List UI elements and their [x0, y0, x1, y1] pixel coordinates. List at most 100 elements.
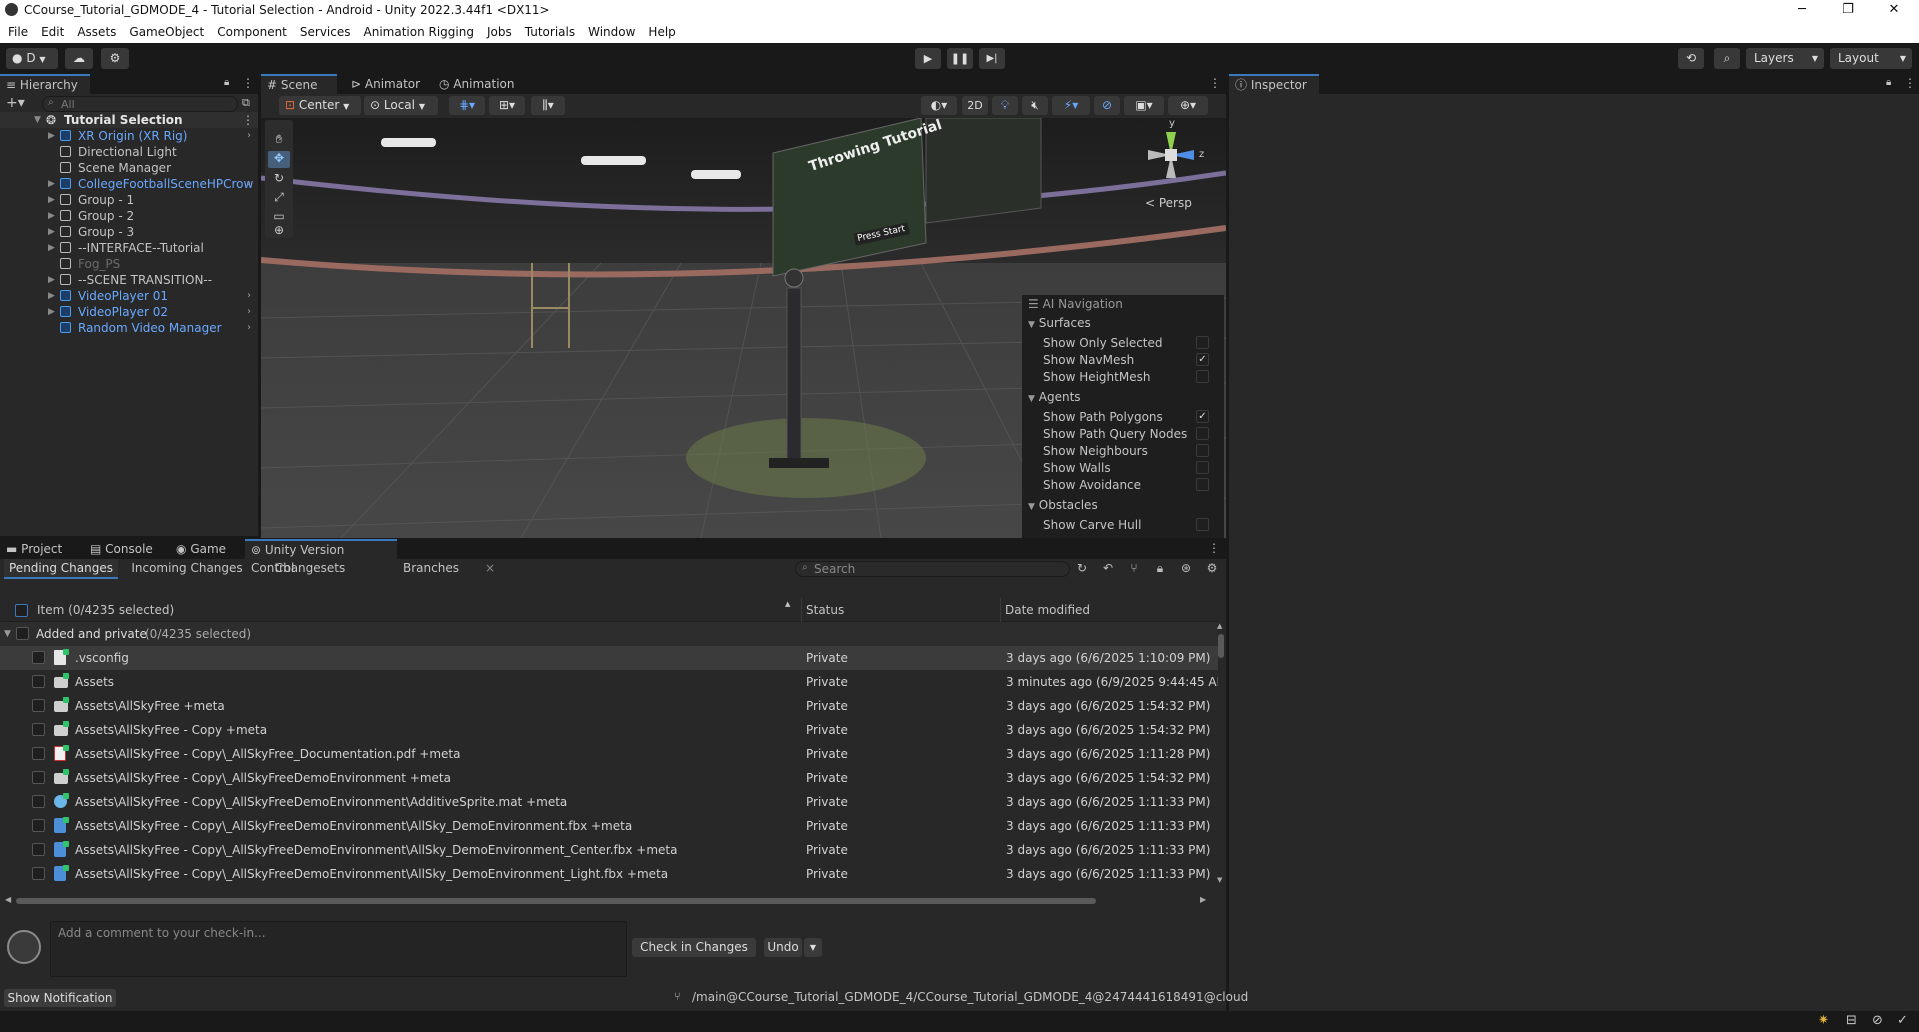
- chevron-right-icon[interactable]: ›: [247, 320, 251, 336]
- tab-unity-version-control[interactable]: ⊚ Unity Version Control: [245, 539, 397, 575]
- check-icon[interactable]: ✓: [1897, 1013, 1908, 1028]
- menu-jobs[interactable]: Jobs: [487, 25, 512, 39]
- expand-arrow-icon[interactable]: ▼: [1028, 394, 1035, 404]
- ai-option-checkbox[interactable]: ✓: [1196, 410, 1209, 423]
- expand-arrow-icon[interactable]: ▶: [48, 304, 58, 320]
- group-row-added-private[interactable]: ▼ Added and private (0/4235 selected): [0, 622, 1218, 646]
- expand-arrow-icon[interactable]: ▼: [4, 622, 11, 646]
- hierarchy-item[interactable]: Random Video Manager ›: [0, 320, 258, 336]
- debug-icon[interactable]: ⊘: [1872, 1013, 1883, 1028]
- ai-option-checkbox[interactable]: [1196, 518, 1209, 531]
- expand-arrow-icon[interactable]: ▶: [48, 208, 58, 224]
- scene-visibility-icon[interactable]: ⧉: [242, 96, 250, 110]
- lock-icon[interactable]: 🔒︎: [1886, 77, 1891, 88]
- pending-change-row[interactable]: Assets\AllSkyFree - Copy\_AllSkyFreeDemo…: [0, 838, 1218, 862]
- pending-change-row[interactable]: Assets Private 3 minutes ago (6/9/2025 9:4…: [0, 670, 1218, 694]
- align-button[interactable]: ⫼▾: [531, 96, 565, 115]
- more-menu-icon[interactable]: ⋮: [242, 76, 254, 90]
- chevron-right-icon[interactable]: ›: [247, 128, 251, 144]
- scene-root-row[interactable]: ▼ ❂ Tutorial Selection ⋮: [0, 112, 258, 128]
- menu-gameobject[interactable]: GameObject: [129, 25, 204, 39]
- ai-option-checkbox[interactable]: [1196, 336, 1209, 349]
- hierarchy-item[interactable]: ▶ --INTERFACE--Tutorial: [0, 240, 258, 256]
- ai-option-checkbox[interactable]: ✓: [1196, 353, 1209, 366]
- subtab-changesets[interactable]: Changesets: [256, 559, 364, 579]
- expand-arrow-icon[interactable]: ▼: [1028, 502, 1035, 512]
- scroll-up-icon[interactable]: ▲: [1217, 622, 1222, 630]
- pause-button[interactable]: ❚❚: [947, 48, 973, 69]
- pending-change-row[interactable]: Assets\AllSkyFree - Copy\_AllSkyFreeDemo…: [0, 766, 1218, 790]
- draw-mode-button[interactable]: ◐▾: [921, 96, 957, 115]
- play-button[interactable]: ▶: [915, 48, 941, 69]
- pending-change-row[interactable]: .vsconfig Private 3 days ago (6/6/2025 1:1…: [0, 646, 1218, 670]
- transform-tool-icon[interactable]: ⊕: [268, 223, 290, 240]
- uvcs-search-input[interactable]: ⌕ Search: [795, 561, 1070, 577]
- row-checkbox[interactable]: [32, 771, 45, 784]
- shelve-icon[interactable]: ⊛: [1176, 559, 1196, 577]
- show-notification-button[interactable]: Show Notification: [4, 989, 116, 1007]
- row-checkbox[interactable]: [32, 699, 45, 712]
- tab-project[interactable]: ▬ Project: [0, 539, 68, 559]
- toggle-2d-button[interactable]: 2D: [962, 96, 988, 115]
- network-icon[interactable]: ⊟: [1846, 1013, 1857, 1028]
- subtab-incoming-changes[interactable]: Incoming Changes: [124, 559, 250, 579]
- rotate-tool-icon[interactable]: ↻: [268, 171, 290, 188]
- hierarchy-item[interactable]: ▶ Group - 2: [0, 208, 258, 224]
- scene-visibility-icon[interactable]: ⊘: [1094, 96, 1120, 115]
- effects-button[interactable]: ⚡▾: [1052, 96, 1090, 115]
- ai-option-checkbox[interactable]: [1196, 444, 1209, 457]
- scene-viewport[interactable]: Throwing Tutorial Press Start ✋︎ ✥ ↻ ⤢ ▭…: [261, 118, 1226, 538]
- maximize-button[interactable]: ❐: [1825, 0, 1871, 21]
- column-divider[interactable]: [1000, 598, 1001, 622]
- column-date[interactable]: Date modified: [1005, 598, 1090, 622]
- expand-arrow-icon[interactable]: ▶: [48, 240, 58, 256]
- row-checkbox[interactable]: [32, 795, 45, 808]
- hierarchy-item[interactable]: Scene Manager: [0, 160, 258, 176]
- vertical-scrollbar[interactable]: ▲ ▼: [1216, 622, 1226, 887]
- lock-icon[interactable]: 🔒︎: [224, 77, 229, 88]
- check-in-changes-button[interactable]: Check in Changes: [632, 938, 756, 957]
- account-dropdown[interactable]: ● D ▼: [6, 48, 58, 69]
- expand-arrow-icon[interactable]: ▶: [48, 288, 58, 304]
- menu-assets[interactable]: Assets: [77, 25, 116, 39]
- menu-edit[interactable]: Edit: [41, 25, 64, 39]
- pivot-center-dropdown[interactable]: ⊡ Center ▼: [279, 96, 361, 115]
- tab-animator[interactable]: ⊳ Animator: [345, 74, 426, 94]
- scroll-right-icon[interactable]: ▶: [1200, 895, 1206, 904]
- row-checkbox[interactable]: [32, 843, 45, 856]
- tab-scene[interactable]: # Scene: [261, 74, 337, 94]
- pending-change-row[interactable]: Assets\AllSkyFree - Copy\_AllSkyFreeDemo…: [0, 814, 1218, 838]
- undo-icon[interactable]: ↶: [1098, 559, 1118, 577]
- column-divider[interactable]: [801, 598, 802, 622]
- pending-change-row[interactable]: Assets\AllSkyFree +meta Private 3 days ago…: [0, 694, 1218, 718]
- ai-option-checkbox[interactable]: [1196, 370, 1209, 383]
- menu-services[interactable]: Services: [300, 25, 351, 39]
- undo-button[interactable]: Undo: [764, 938, 802, 957]
- lighting-bake-icon[interactable]: ✷: [1818, 1013, 1829, 1028]
- pending-change-row[interactable]: Assets\AllSkyFree - Copy +meta Private 3 d…: [0, 718, 1218, 742]
- tab-animation[interactable]: ◷ Animation: [433, 74, 521, 94]
- row-checkbox[interactable]: [32, 651, 45, 664]
- tab-game[interactable]: ◉ Game: [170, 539, 232, 559]
- subtab-pending-changes[interactable]: Pending Changes: [4, 559, 118, 579]
- more-menu-icon[interactable]: ⋮: [1209, 76, 1221, 90]
- checkin-comment-input[interactable]: Add a comment to your check-in...: [50, 921, 627, 977]
- subtab-branches[interactable]: Branches: [386, 559, 476, 579]
- pivot-local-dropdown[interactable]: ⊙ Local ▼: [364, 96, 438, 115]
- tab-hierarchy[interactable]: ≡ Hierarchy: [0, 74, 90, 94]
- settings-gear-icon[interactable]: ⚙: [1202, 559, 1222, 577]
- menu-help[interactable]: Help: [648, 25, 675, 39]
- hierarchy-item[interactable]: Directional Light: [0, 144, 258, 160]
- hierarchy-item[interactable]: ▶ VideoPlayer 01 ›: [0, 288, 258, 304]
- increment-snap-button[interactable]: ⊞▾: [489, 96, 525, 115]
- menu-animation-rigging[interactable]: Animation Rigging: [364, 25, 474, 39]
- hierarchy-item[interactable]: ▶ Group - 1: [0, 192, 258, 208]
- step-button[interactable]: ▶|: [979, 48, 1005, 69]
- hierarchy-search-input[interactable]: ⌕ All: [42, 96, 238, 112]
- expand-arrow-icon[interactable]: ▶: [48, 176, 58, 192]
- expand-arrow-icon[interactable]: ▼: [34, 112, 44, 128]
- minimize-button[interactable]: ─: [1779, 0, 1825, 21]
- more-menu-icon[interactable]: ⋮: [1904, 76, 1916, 90]
- column-status[interactable]: Status: [806, 598, 844, 622]
- chevron-right-icon[interactable]: ›: [247, 176, 251, 192]
